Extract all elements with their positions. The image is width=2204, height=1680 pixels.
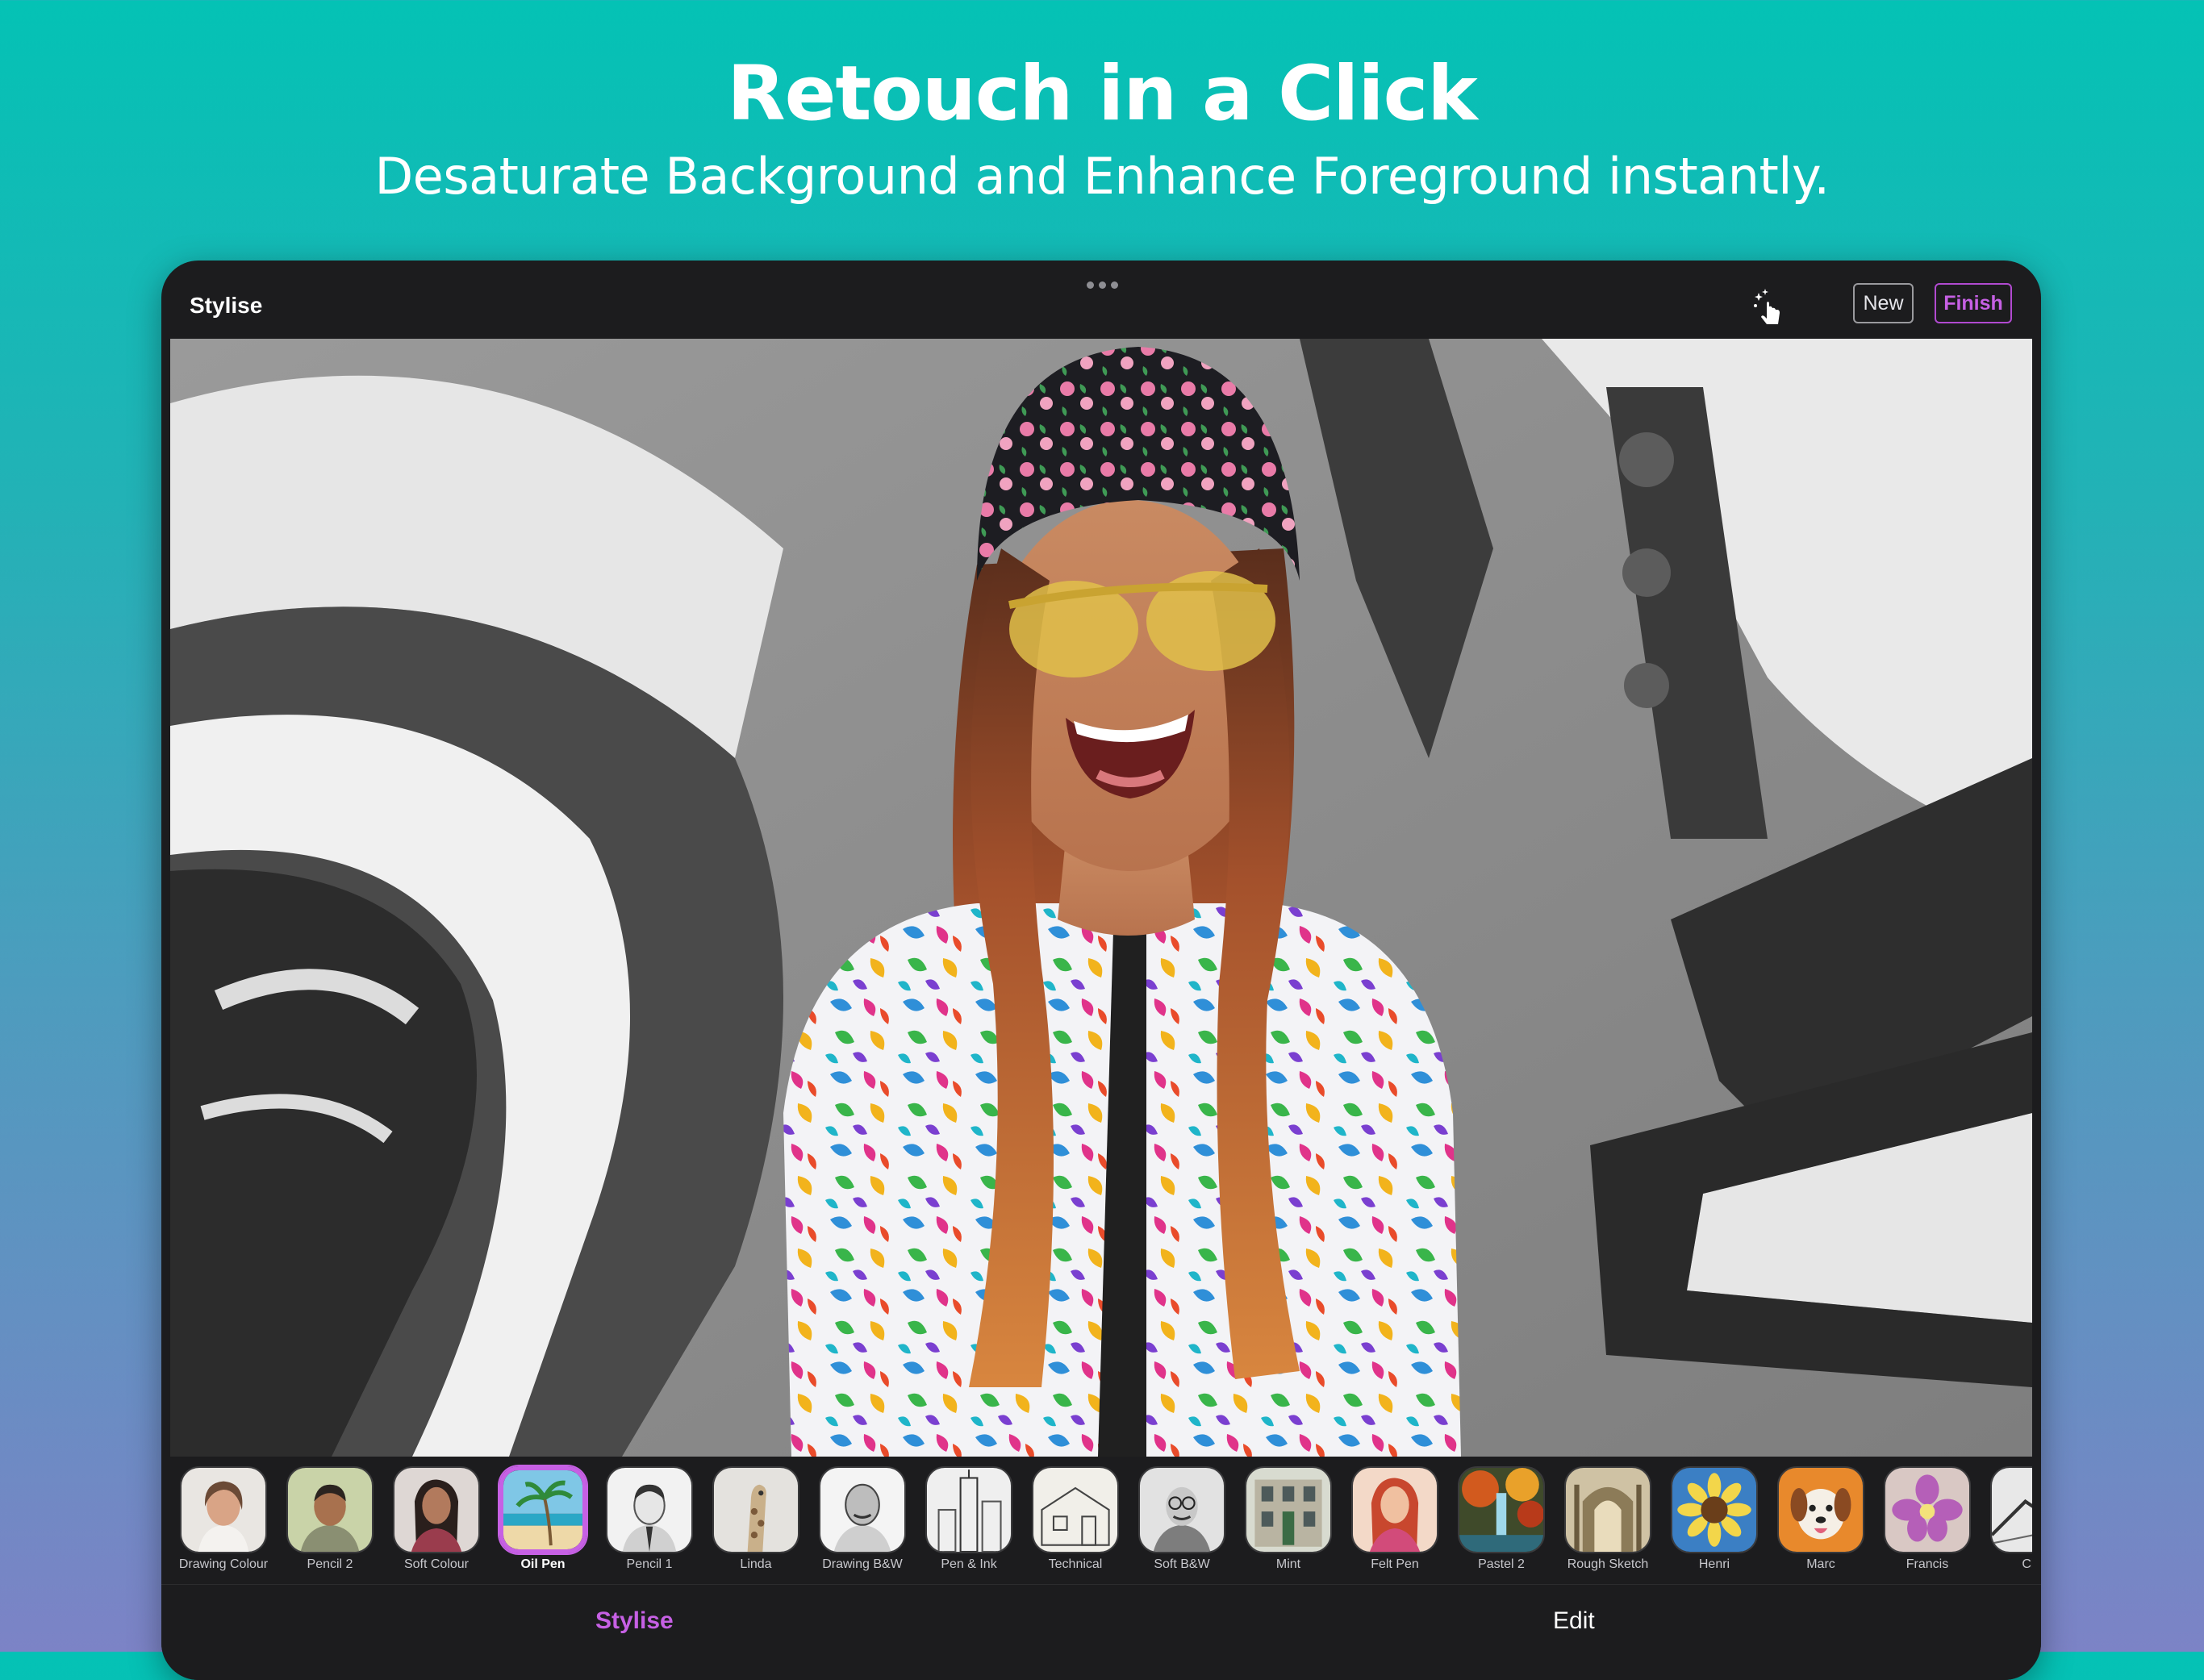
filter-label: Soft B&W xyxy=(1154,1557,1210,1571)
filter-item[interactable]: Pencil 2 xyxy=(277,1457,383,1582)
screen-title: Stylise xyxy=(190,293,263,318)
filter-thumbnail xyxy=(1351,1466,1438,1553)
filter-label: Pastel 2 xyxy=(1478,1557,1525,1571)
filter-item[interactable]: Linda xyxy=(703,1457,809,1582)
filter-item[interactable]: Henri xyxy=(1661,1457,1768,1582)
filter-label: Drawing Colour xyxy=(178,1557,269,1571)
marketing-subheadline: Desaturate Background and Enhance Foregr… xyxy=(374,147,1830,206)
filter-item[interactable]: Felt Pen xyxy=(1342,1457,1448,1582)
top-toolbar: Stylise New Finish xyxy=(161,261,2041,338)
filter-thumbnail xyxy=(819,1466,906,1553)
filter-label: Francis xyxy=(1906,1557,1949,1571)
filter-item[interactable]: Soft B&W xyxy=(1129,1457,1235,1582)
filter-item[interactable]: Rough Sketch xyxy=(1555,1457,1661,1582)
filter-thumbnail xyxy=(1458,1466,1545,1553)
filter-thumbnail xyxy=(712,1466,799,1553)
filter-item[interactable]: Technical xyxy=(1022,1457,1129,1582)
filter-thumbnail xyxy=(1138,1466,1225,1553)
filter-thumbnail xyxy=(1884,1466,1971,1553)
filter-label: Technical xyxy=(1048,1557,1103,1571)
filter-thumbnail xyxy=(180,1466,267,1553)
stylised-photo xyxy=(170,339,2032,1457)
filter-item[interactable]: Pastel 2 xyxy=(1448,1457,1555,1582)
marketing-headline: Retouch in a Click xyxy=(727,50,1478,138)
filter-label: Soft Colour xyxy=(403,1557,470,1571)
bottom-tab-bar: Stylise Edit xyxy=(161,1584,2041,1680)
filter-list: Drawing Colour Pencil 2 Soft Colour Oil Pen… xyxy=(170,1457,2032,1582)
filter-thumbnail xyxy=(1777,1466,1864,1553)
filter-item[interactable]: Soft Colour xyxy=(383,1457,490,1582)
filter-item[interactable]: Drawing B&W xyxy=(809,1457,916,1582)
filter-label: Cha xyxy=(2022,1557,2032,1571)
filter-thumbnail xyxy=(1032,1466,1119,1553)
filter-thumbnail xyxy=(1245,1466,1332,1553)
tab-edit[interactable]: Edit xyxy=(1553,1607,1595,1635)
filter-thumbnail xyxy=(1671,1466,1758,1553)
filter-item[interactable]: Francis xyxy=(1874,1457,1981,1582)
tablet-app-window: Stylise New Finish Drawing Colour Pencil… xyxy=(161,261,2041,1680)
filter-item[interactable]: Oil Pen xyxy=(490,1457,596,1582)
multitasking-grabber[interactable] xyxy=(1087,281,1118,289)
filter-label: Marc xyxy=(1806,1557,1835,1571)
photo-canvas[interactable] xyxy=(170,339,2032,1457)
filter-label: Rough Sketch xyxy=(1567,1557,1649,1571)
filter-label: Linda xyxy=(740,1557,772,1571)
filter-label: Drawing B&W xyxy=(822,1557,903,1571)
filter-thumbnail xyxy=(1990,1466,2032,1553)
filter-thumbnail xyxy=(1564,1466,1651,1553)
filter-label: Pencil 1 xyxy=(626,1557,673,1571)
filter-strip[interactable]: Drawing Colour Pencil 2 Soft Colour Oil Pen… xyxy=(170,1457,2032,1582)
filter-item[interactable]: Cha xyxy=(1981,1457,2032,1582)
magic-tap-icon[interactable] xyxy=(1749,286,1789,327)
finish-button[interactable]: Finish xyxy=(1935,283,2012,323)
filter-label: Mint xyxy=(1275,1557,1301,1571)
filter-label: Pencil 2 xyxy=(307,1557,353,1571)
filter-label: Felt Pen xyxy=(1371,1557,1419,1571)
filter-thumbnail xyxy=(606,1466,693,1553)
tab-stylise[interactable]: Stylise xyxy=(595,1607,674,1635)
filter-label: Pen & Ink xyxy=(941,1557,997,1571)
filter-thumbnail xyxy=(286,1466,374,1553)
filter-item[interactable]: Mint xyxy=(1235,1457,1342,1582)
new-button[interactable]: New xyxy=(1853,283,1914,323)
filter-label: Oil Pen xyxy=(520,1557,566,1571)
filter-item[interactable]: Pen & Ink xyxy=(916,1457,1022,1582)
filter-label: Henri xyxy=(1698,1557,1730,1571)
filter-thumbnail xyxy=(925,1466,1012,1553)
filter-item[interactable]: Pencil 1 xyxy=(596,1457,703,1582)
filter-thumbnail xyxy=(499,1466,586,1553)
filter-item[interactable]: Drawing Colour xyxy=(170,1457,277,1582)
filter-thumbnail xyxy=(393,1466,480,1553)
filter-item[interactable]: Marc xyxy=(1768,1457,1874,1582)
